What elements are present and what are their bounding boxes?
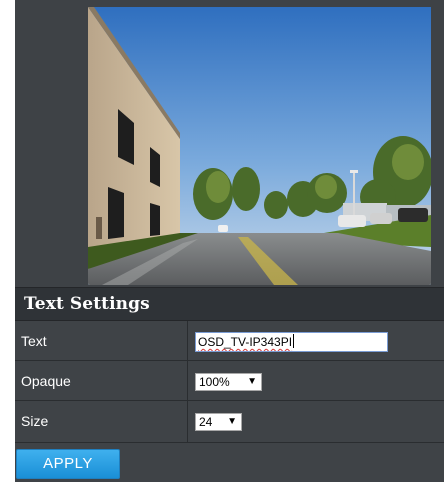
row-divider [187, 321, 188, 360]
size-row: Size 24 ▼ [15, 401, 444, 443]
dropdown-arrow-icon: ▼ [227, 416, 237, 427]
opaque-select[interactable]: 100% ▼ [195, 373, 262, 391]
text-caret [293, 334, 295, 348]
opaque-label: Opaque [21, 373, 71, 389]
osd-text-value: OSD_TV-IP343PI [198, 335, 293, 349]
text-settings-header: Text Settings [15, 287, 444, 321]
preview-frame [15, 0, 444, 287]
apply-button[interactable]: APPLY [16, 449, 120, 479]
osd-text-input[interactable]: OSD_TV-IP343PI [195, 332, 388, 352]
text-row: Text OSD_TV-IP343PI [15, 321, 444, 361]
size-label: Size [21, 413, 49, 429]
opaque-selected-value: 100% [199, 375, 230, 389]
camera-preview-image [88, 7, 431, 285]
dropdown-arrow-icon: ▼ [247, 376, 257, 387]
apply-row: APPLY [15, 443, 444, 482]
size-selected-value: 24 [199, 415, 213, 429]
page: Text Settings Text OSD_TV-IP343PI Opaque… [0, 0, 444, 482]
text-label: Text [21, 333, 47, 349]
row-divider [187, 401, 188, 442]
text-settings-title: Text Settings [24, 294, 150, 314]
row-divider [187, 361, 188, 400]
size-select[interactable]: 24 ▼ [195, 413, 242, 431]
settings-panel: Text Settings Text OSD_TV-IP343PI Opaque… [15, 0, 444, 482]
opaque-row: Opaque 100% ▼ [15, 361, 444, 401]
